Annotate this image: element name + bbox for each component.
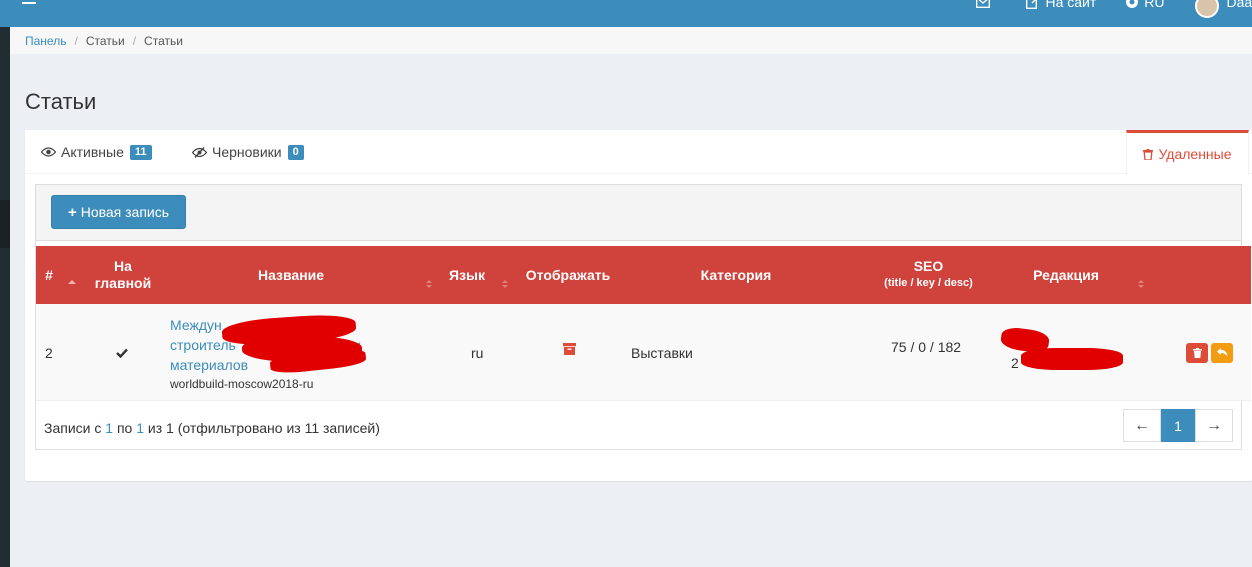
articles-box: Активные 11 Черновики 0 Удаленные + Нова…	[25, 130, 1252, 481]
row-category: Выставки	[631, 344, 693, 361]
check-icon	[116, 348, 128, 358]
plus-icon: +	[67, 203, 77, 221]
row-display-toggle[interactable]	[563, 300, 576, 397]
col-num[interactable]: #	[36, 246, 62, 304]
restore-button[interactable]	[1211, 342, 1233, 363]
breadcrumb: Панель / Статьи / Статьи	[10, 27, 1252, 54]
eye-slash-icon	[192, 146, 207, 158]
undo-icon	[1216, 348, 1227, 357]
info-to-word: по	[116, 420, 133, 436]
col-main-page[interactable]: На главной	[86, 246, 160, 304]
row-lang: ru	[471, 344, 484, 361]
external-link-icon	[1026, 0, 1038, 9]
new-article-button[interactable]: + Новая запись	[51, 195, 186, 229]
pagination-page-1[interactable]: 1	[1161, 409, 1195, 442]
sidebar-active-band	[0, 200, 10, 248]
delete-forever-button[interactable]	[1186, 342, 1208, 363]
breadcrumb-separator: /	[74, 33, 78, 48]
language-label: RU	[1144, 0, 1165, 10]
info-total: 1	[166, 420, 174, 436]
top-navbar: На сайт RU Daan	[0, 0, 1252, 27]
col-main-line2: главной	[94, 275, 152, 291]
article-slug: worldbuild-moscow2018-ru	[170, 376, 314, 391]
user-name: Daan	[1226, 0, 1252, 10]
title-line3: материалов	[170, 356, 249, 373]
tab-drafts-count: 0	[287, 144, 304, 160]
new-article-label: Новая запись	[80, 204, 170, 220]
info-of-word: из	[147, 420, 163, 436]
user-menu[interactable]: Daan	[1194, 0, 1252, 18]
pagination-next[interactable]: →	[1195, 409, 1233, 442]
tab-deleted-label: Удаленные	[1158, 146, 1232, 162]
tab-drafts[interactable]: Черновики 0	[192, 130, 304, 174]
tab-drafts-label: Черновики	[212, 144, 282, 160]
breadcrumb-level1: Статьи	[85, 33, 125, 48]
col-seo-label: SEO	[913, 258, 944, 274]
tab-active[interactable]: Активные 11	[41, 130, 152, 174]
status-tabs: Активные 11 Черновики 0 Удаленные	[25, 130, 1252, 175]
info-prefix: Записи с	[44, 420, 102, 436]
table-toolbar: + Новая запись	[36, 185, 1241, 241]
sort-icon	[426, 279, 432, 289]
col-lang-label: Язык	[449, 266, 485, 283]
redaction-mark	[1021, 348, 1123, 370]
user-avatar	[1194, 0, 1219, 18]
row-actions	[1186, 304, 1236, 401]
sort-icon	[502, 279, 508, 289]
records-info: Записи с 1 по 1 из 1 (отфильтровано из 1…	[44, 420, 380, 436]
trash-icon	[1192, 347, 1202, 358]
col-display-label: Отображать	[525, 266, 611, 283]
language-icon	[1126, 0, 1139, 8]
envelope-icon	[976, 0, 991, 8]
table-header: # На главной Название Язык Отображать Ка…	[36, 246, 1251, 304]
pagination: ← 1 →	[1123, 409, 1233, 442]
visit-site-link[interactable]: На сайт	[1026, 0, 1096, 10]
tab-deleted[interactable]: Удаленные	[1126, 130, 1249, 175]
col-seo[interactable]: SEO (title / key / desc)	[856, 246, 1001, 304]
language-switch[interactable]: RU	[1126, 0, 1165, 10]
page-title: Статьи	[25, 89, 97, 114]
table-panel: + Новая запись # На главной Название Язы…	[35, 184, 1251, 450]
col-category[interactable]: Категория	[676, 246, 796, 304]
messages-link[interactable]	[976, 0, 996, 8]
pagination-prev[interactable]: ←	[1123, 409, 1161, 442]
sort-icon	[1138, 279, 1144, 289]
eye-icon	[41, 147, 56, 157]
col-editor[interactable]: Редакция	[1016, 246, 1116, 304]
breadcrumb-home[interactable]: Панель	[25, 34, 66, 48]
row-main-check	[116, 304, 128, 401]
title-line1: Междун	[170, 316, 222, 333]
info-from: 1	[105, 420, 114, 436]
top-nav-menu: На сайт RU Daan	[976, 0, 1252, 18]
row-id: 2	[45, 344, 53, 361]
breadcrumb-level2: Статьи	[144, 33, 183, 48]
archive-icon	[563, 342, 576, 355]
col-display[interactable]: Отображать	[518, 246, 618, 304]
col-main-line1: На	[114, 258, 132, 274]
visit-site-label: На сайт	[1045, 0, 1097, 10]
tab-active-label: Активные	[61, 144, 124, 160]
col-seo-sublabel: (title / key / desc)	[884, 277, 973, 289]
info-filtered: (отфильтровано из 11 записей)	[177, 420, 380, 436]
col-editor-label: Редакция	[1033, 266, 1099, 283]
breadcrumb-separator: /	[132, 33, 137, 48]
col-num-label: #	[45, 266, 53, 283]
trash-icon	[1143, 148, 1154, 160]
sort-asc-icon	[68, 280, 76, 284]
col-category-label: Категория	[700, 266, 772, 283]
tab-active-count: 11	[129, 144, 152, 160]
sidebar-strip	[0, 0, 10, 567]
col-name[interactable]: Название	[166, 246, 416, 304]
col-name-label: Название	[257, 266, 325, 283]
table-row: 2 Междун строительх материалов worldbuil…	[36, 304, 1251, 401]
col-lang[interactable]: Язык	[441, 246, 493, 304]
menu-toggle-icon[interactable]	[22, 0, 36, 4]
info-to: 1	[136, 420, 144, 436]
row-seo: 75 / 0 / 182	[891, 338, 962, 355]
